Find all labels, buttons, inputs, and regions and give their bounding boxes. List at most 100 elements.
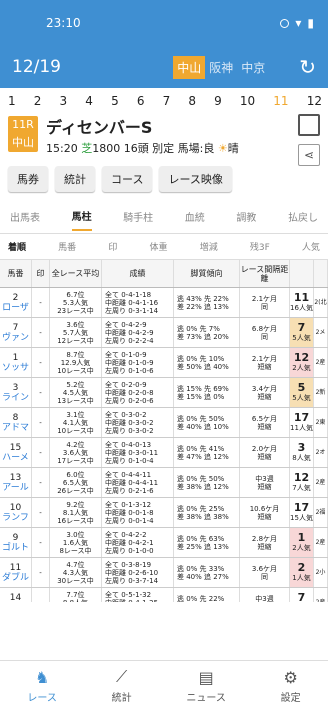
table-row[interactable]: 8 アドマ -3.1位 4.1人気 10レース中 全て 0-3-0-2 中距離 0-3-0-… [0, 408, 328, 438]
horse-name[interactable]: ローザ [2, 303, 29, 313]
horse-no: 15 [9, 442, 22, 453]
horse-name[interactable]: ソッサ [2, 363, 29, 373]
avg-line: 12レース中 [57, 336, 94, 345]
record-line: 左周り 0-2-0-6 [105, 396, 154, 405]
sort-finish[interactable]: 着順 [8, 240, 26, 253]
race-number-2[interactable]: 2 [34, 94, 42, 108]
style-line: 差 25% 追 13% [177, 542, 229, 551]
horse-no: 8 [12, 412, 19, 423]
bet-button[interactable]: 馬券 [8, 166, 48, 192]
horse-extra: 2産 [314, 528, 328, 557]
gap-line: 同 [261, 332, 268, 341]
tab-jockey-pillar[interactable]: 騎手柱 [123, 209, 153, 230]
horse-name[interactable]: ヴァン [2, 333, 29, 343]
horse-mark[interactable]: - [32, 408, 50, 437]
horse-number: 1 ソッサ [0, 348, 32, 377]
horse-name[interactable]: ライン [2, 393, 29, 403]
horse-mark[interactable]: - [32, 468, 50, 497]
gap-line: 2.8ケ月 [251, 534, 278, 543]
race-number: 11R [12, 118, 34, 131]
race-number-6[interactable]: 6 [137, 94, 145, 108]
horse-mark[interactable]: - [32, 558, 50, 587]
sort-weight[interactable]: 体重 [150, 240, 168, 253]
sort-number[interactable]: 馬番 [58, 240, 76, 253]
gap-line: 中3週 [255, 474, 274, 483]
horse-name[interactable]: ランフ [2, 513, 29, 523]
table-row[interactable]: 14メイケ-7.7位8.8人気18レース中全て 0-5-1-32中距離 0-4-… [0, 588, 328, 602]
horse-number: 3 ライン [0, 378, 32, 407]
horse-mark[interactable]: - [32, 288, 50, 317]
tab-entries[interactable]: 出馬表 [10, 209, 40, 230]
course-button[interactable]: コース [102, 166, 153, 192]
table-row[interactable]: 15 ハーメ -4.2位 3.6人気 17レース中 全て 0-4-0-13 中距離 0-3-… [0, 438, 328, 468]
refresh-icon[interactable]: ↻ [299, 55, 316, 79]
horse-style: 逃 0% 先 50% 差 38% 追 12% [174, 468, 240, 497]
horse-name[interactable]: ダブル [2, 573, 29, 583]
share-icon[interactable]: ⋖ [298, 144, 320, 166]
race-video-button[interactable]: レース映像 [159, 166, 232, 192]
horse-name[interactable]: アール [2, 483, 28, 493]
table-row[interactable]: 11 ダブル -4.7位 4.3人気 30レース中 全て 0-3-8-19 中距離 0-2-… [0, 558, 328, 588]
result-position: 5 [297, 380, 306, 394]
race-number-10[interactable]: 10 [240, 94, 255, 108]
race-number-7[interactable]: 7 [163, 94, 171, 108]
table-row[interactable]: 2 ローザ -6.7位 5.3人気 23レース中 全て 0-4-1-18 中距離 0-4-1… [0, 288, 328, 318]
horse-mark[interactable]: - [32, 498, 50, 527]
tab-horse-pillar[interactable]: 馬柱 [71, 208, 92, 231]
tab-payout[interactable]: 払戻し [288, 209, 318, 230]
horse-name[interactable]: ハーメ [2, 453, 29, 463]
horse-result: 17 11人気 [290, 408, 314, 437]
race-number-9[interactable]: 9 [214, 94, 222, 108]
avg-line: 13レース中 [57, 396, 94, 405]
race-number-5[interactable]: 5 [111, 94, 119, 108]
table-row[interactable]: 3 ライン -5.2位 4.5人気 13レース中 全て 0-2-0-9 中距離 0-2-0-… [0, 378, 328, 408]
race-number-11[interactable]: 11 [273, 94, 288, 108]
horse-extra: 2産 [314, 588, 328, 602]
table-row[interactable]: 7 ヴァン -3.6位 5.7人気 12レース中 全て 0-4-2-9 中距離 0-4-2-… [0, 318, 328, 348]
horse-gap: 中3週同 [240, 588, 290, 602]
horse-style: 逃 15% 先 69% 差 15% 追 0% [174, 378, 240, 407]
table-row[interactable]: 9 ゴルト -3.0位 1.6人気 8レース中 全て 0-4-2-2 中距離 0-4-2-1… [0, 528, 328, 558]
style-line: 差 38% 追 12% [177, 482, 229, 491]
tab-training[interactable]: 調教 [236, 209, 256, 230]
stats-button[interactable]: 統計 [55, 166, 95, 192]
table-row[interactable]: 13 アール -6.0位 6.5人気 26レース中 全て 0-4-4-11 中距離 0-4-… [0, 468, 328, 498]
tab-bloodline[interactable]: 血統 [185, 209, 205, 230]
sort-change[interactable]: 増減 [200, 240, 218, 253]
nav-settings[interactable]: ⚙ 設定 [281, 668, 301, 704]
venue-tab-nakayama[interactable]: 中山 [173, 55, 206, 79]
sort-last3f[interactable]: 残3F [250, 240, 270, 253]
horse-record: 全て 0-3-0-2 中距離 0-3-0-2 左周り 0-3-0-2 [102, 408, 174, 437]
style-line: 逃 0% 先 7% [177, 324, 220, 333]
horse-mark[interactable]: - [32, 378, 50, 407]
sort-popularity[interactable]: 人気 [302, 240, 320, 253]
venue-tab-chukyo[interactable]: 中京 [237, 56, 269, 79]
race-number-3[interactable]: 3 [60, 94, 68, 108]
horse-mark[interactable]: - [32, 528, 50, 557]
race-number-12[interactable]: 12 [307, 94, 322, 108]
avg-line: 9.2位 [66, 500, 85, 509]
result-position: 1 [297, 530, 306, 544]
race-number-4[interactable]: 4 [85, 94, 93, 108]
table-row[interactable]: 10 ランフ -9.2位 8.1人気 16レース中 全て 0-1-3-12 中距離 0-0-… [0, 498, 328, 528]
race-number-1[interactable]: 1 [8, 94, 16, 108]
horse-mark[interactable]: - [32, 318, 50, 347]
sort-mark[interactable]: 印 [108, 240, 117, 253]
table-row[interactable]: 1 ソッサ -8.7位 12.9人気 10レース中 全て 0-1-0-9 中距離 0-1-0… [0, 348, 328, 378]
horse-name[interactable]: アドマ [2, 423, 29, 433]
favorite-checkbox[interactable] [298, 114, 320, 136]
avg-line: 5.3人気 [62, 298, 89, 307]
nav-stats[interactable]: ⟋ 統計 [112, 667, 132, 704]
horse-name[interactable]: ゴルト [2, 543, 29, 553]
style-line: 差 22% 追 13% [177, 302, 229, 311]
avg-line: 4.1人気 [62, 418, 89, 427]
horse-mark[interactable]: - [32, 588, 50, 602]
race-number-8[interactable]: 8 [188, 94, 196, 108]
horse-mark[interactable]: - [32, 348, 50, 377]
horse-style: 逃 43% 先 22% 差 22% 追 13% [174, 288, 240, 317]
nav-news[interactable]: ▤ ニュース [186, 668, 226, 704]
venue-tab-hanshin[interactable]: 阪神 [205, 56, 237, 79]
horse-mark[interactable]: - [32, 438, 50, 467]
nav-race[interactable]: ♞ レース [27, 668, 57, 704]
horse-number: 7 ヴァン [0, 318, 32, 347]
